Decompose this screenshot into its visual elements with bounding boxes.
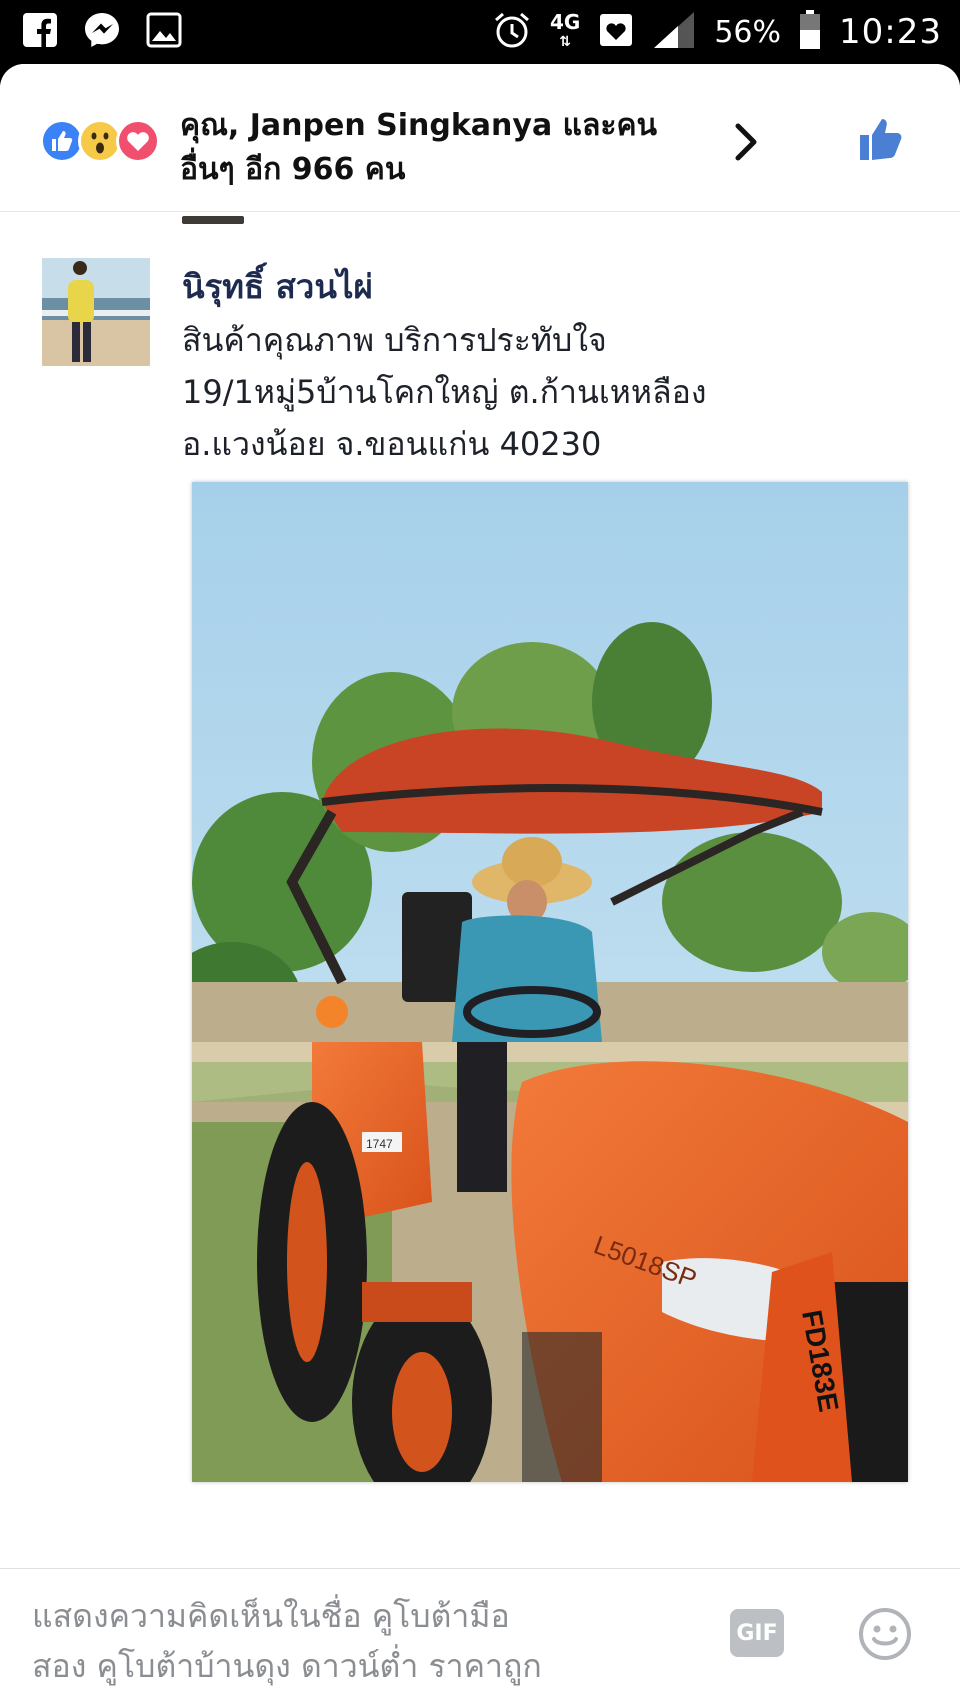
comment-line: สินค้าคุณภาพ บริการประทับใจ	[182, 321, 607, 359]
reactions-summary-line2: อื่นๆ อีก 966 คน	[180, 152, 406, 187]
comment-placeholder-line1: แสดงความคิดเห็นในชื่อ คูโบต้ามือ	[32, 1597, 510, 1635]
comment-composer: แสดงความคิดเห็นในชื่อ คูโบต้ามือ สอง คูโ…	[0, 1568, 960, 1706]
reactions-summary[interactable]: คุณ, Janpen Singkanya และคน อื่นๆ อีก 96…	[180, 104, 700, 192]
signal-icon	[652, 10, 696, 54]
reaction-icons	[40, 119, 160, 163]
battery-percent: 56%	[714, 14, 782, 50]
commenter-name[interactable]: นิรุทธิ์ สวนไผ่	[182, 260, 373, 313]
comment-line: 19/1หมู่5บ้านโคกใหญ่ ต.ก้านเหหลือง	[182, 373, 707, 411]
tractor-photo: FD183E L5018SP 1747	[192, 482, 908, 1482]
love-reaction-icon	[116, 119, 160, 163]
reactions-sheet: คุณ, Janpen Singkanya และคน อื่นๆ อีก 96…	[0, 64, 960, 1706]
reactions-header[interactable]: คุณ, Janpen Singkanya และคน อื่นๆ อีก 96…	[0, 64, 960, 212]
badge-text: 1747	[366, 1137, 393, 1151]
comment-text: สินค้าคุณภาพ บริการประทับใจ 19/1หมู่5บ้า…	[182, 314, 882, 470]
smiley-icon	[859, 1608, 911, 1660]
messenger-icon	[82, 10, 122, 50]
comment-line: อ.แวงน้อย จ.ขอนแก่น 40230	[182, 425, 602, 463]
like-button[interactable]	[856, 114, 906, 164]
status-bar: 4G ⇅ 56% 10:23	[0, 0, 960, 64]
comment-placeholder-line2: สอง คูโบต้าบ้านดุง ดาวน์ต่ำ ราคาถูก	[32, 1647, 542, 1685]
sticker-button[interactable]	[858, 1607, 912, 1661]
previous-content-edge	[182, 216, 244, 224]
facebook-icon	[20, 10, 60, 50]
clock: 10:23	[839, 12, 942, 52]
avatar[interactable]	[42, 258, 150, 366]
alarm-icon	[492, 10, 532, 54]
heart-badge-icon	[598, 12, 634, 52]
reactions-summary-line1: คุณ, Janpen Singkanya และคน	[180, 108, 658, 143]
thumbs-up-icon	[860, 119, 902, 160]
network-type: 4G ⇅	[549, 10, 581, 50]
gallery-icon	[144, 10, 184, 50]
chevron-right-icon[interactable]	[728, 120, 764, 164]
battery-icon	[799, 10, 821, 54]
comment-input[interactable]: แสดงความคิดเห็นในชื่อ คูโบต้ามือ สอง คูโ…	[32, 1591, 672, 1691]
comment-photo[interactable]: FD183E L5018SP 1747	[192, 482, 908, 1482]
gif-button[interactable]: GIF	[730, 1609, 784, 1657]
